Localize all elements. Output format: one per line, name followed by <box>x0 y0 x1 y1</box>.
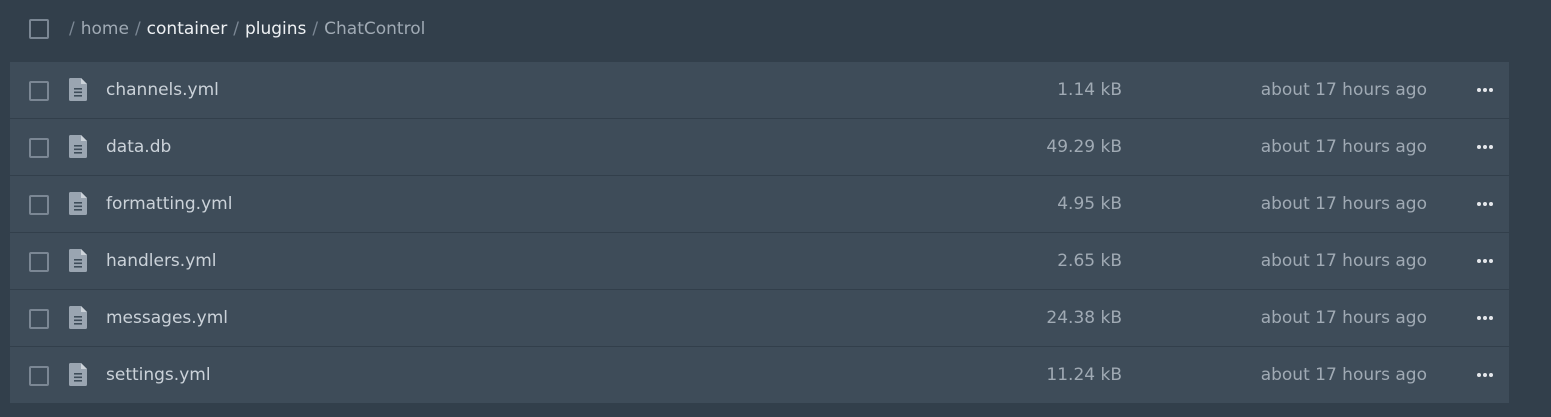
file-size: 2.65 kB <box>1057 251 1122 271</box>
breadcrumb-item-current: ChatControl <box>324 19 426 39</box>
file-size: 24.38 kB <box>1046 308 1122 328</box>
file-name[interactable]: channels.yml <box>106 78 219 102</box>
file-select-checkbox[interactable] <box>29 81 49 101</box>
more-horizontal-icon[interactable] <box>1473 139 1497 155</box>
file-manager-header: / home / container / plugins / ChatContr… <box>0 0 1551 58</box>
file-size: 49.29 kB <box>1046 137 1122 157</box>
file-modified: about 17 hours ago <box>1260 194 1427 214</box>
file-select-checkbox[interactable] <box>29 252 49 272</box>
file-modified: about 17 hours ago <box>1260 137 1427 157</box>
breadcrumb: / home / container / plugins / ChatContr… <box>69 17 431 41</box>
file-row[interactable]: settings.yml 11.24 kB about 17 hours ago <box>10 347 1509 403</box>
file-text-icon <box>68 363 87 386</box>
file-list: channels.yml 1.14 kB about 17 hours ago … <box>10 62 1509 403</box>
file-row[interactable]: handlers.yml 2.65 kB about 17 hours ago <box>10 233 1509 290</box>
file-select-checkbox[interactable] <box>29 366 49 386</box>
file-text-icon <box>68 135 87 158</box>
more-horizontal-icon[interactable] <box>1473 367 1497 383</box>
select-all-checkbox[interactable] <box>29 19 49 39</box>
file-size: 1.14 kB <box>1057 80 1122 100</box>
breadcrumb-separator: / <box>134 19 141 39</box>
file-text-icon <box>68 78 87 101</box>
more-horizontal-icon[interactable] <box>1473 253 1497 269</box>
file-size: 4.95 kB <box>1057 194 1122 214</box>
file-row[interactable]: formatting.yml 4.95 kB about 17 hours ag… <box>10 176 1509 233</box>
breadcrumb-separator: / <box>233 19 239 39</box>
more-horizontal-icon[interactable] <box>1473 82 1497 98</box>
file-row[interactable]: data.db 49.29 kB about 17 hours ago <box>10 119 1509 176</box>
breadcrumb-separator: / <box>312 19 319 39</box>
file-modified: about 17 hours ago <box>1260 251 1427 271</box>
file-name[interactable]: messages.yml <box>106 306 228 330</box>
file-size: 11.24 kB <box>1046 365 1122 385</box>
file-select-checkbox[interactable] <box>29 309 49 329</box>
file-select-checkbox[interactable] <box>29 195 49 215</box>
file-name[interactable]: formatting.yml <box>106 192 232 216</box>
breadcrumb-item-home[interactable]: home <box>81 19 129 39</box>
file-select-checkbox[interactable] <box>29 138 49 158</box>
file-row[interactable]: channels.yml 1.14 kB about 17 hours ago <box>10 62 1509 119</box>
file-modified: about 17 hours ago <box>1260 308 1427 328</box>
file-name[interactable]: settings.yml <box>106 363 211 387</box>
breadcrumb-separator: / <box>69 19 75 39</box>
more-horizontal-icon[interactable] <box>1473 196 1497 212</box>
file-text-icon <box>68 192 87 215</box>
file-text-icon <box>68 249 87 272</box>
file-modified: about 17 hours ago <box>1260 365 1427 385</box>
file-name[interactable]: handlers.yml <box>106 249 217 273</box>
file-text-icon <box>68 306 87 329</box>
file-row[interactable]: messages.yml 24.38 kB about 17 hours ago <box>10 290 1509 347</box>
file-name[interactable]: data.db <box>106 135 171 159</box>
more-horizontal-icon[interactable] <box>1473 310 1497 326</box>
breadcrumb-item-container[interactable]: container <box>147 19 228 39</box>
file-modified: about 17 hours ago <box>1260 80 1427 100</box>
breadcrumb-item-plugins[interactable]: plugins <box>245 19 306 39</box>
